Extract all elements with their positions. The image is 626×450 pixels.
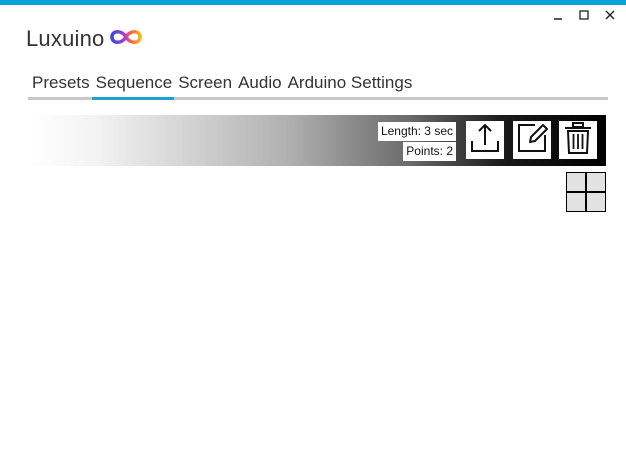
add-sequence-icon	[567, 173, 585, 191]
maximize-icon[interactable]	[578, 8, 590, 22]
app-brand: Luxuino	[26, 26, 144, 52]
main-tabs: Presets Sequence Screen Audio Arduino Se…	[28, 71, 608, 100]
sequence-points: Points: 2	[403, 142, 456, 161]
add-sequence-button[interactable]	[566, 172, 606, 212]
add-tile-cell	[587, 193, 605, 211]
edit-button[interactable]	[513, 121, 551, 159]
tab-arduino-settings[interactable]: Arduino Settings	[284, 73, 415, 97]
window-controls	[552, 8, 616, 22]
close-icon[interactable]	[604, 8, 616, 22]
sequence-info: Length: 3 sec Points: 2	[372, 122, 456, 161]
tab-presets[interactable]: Presets	[28, 73, 92, 97]
title-accent-bar	[0, 0, 626, 5]
sequence-item[interactable]: Length: 3 sec Points: 2	[30, 115, 606, 166]
add-tile-cell	[587, 173, 605, 191]
minimize-icon[interactable]	[552, 8, 564, 22]
tab-screen[interactable]: Screen	[174, 73, 234, 97]
tab-audio[interactable]: Audio	[234, 73, 283, 97]
delete-button[interactable]	[559, 121, 597, 159]
tab-sequence[interactable]: Sequence	[91, 73, 175, 100]
upload-icon	[468, 121, 502, 160]
app-title: Luxuino	[26, 26, 105, 51]
add-tile-cell	[567, 193, 585, 211]
infinity-logo-icon	[108, 27, 144, 52]
edit-icon	[515, 121, 549, 160]
sequence-length: Length: 3 sec	[377, 122, 456, 141]
upload-button[interactable]	[466, 121, 504, 159]
trash-icon	[561, 121, 595, 160]
